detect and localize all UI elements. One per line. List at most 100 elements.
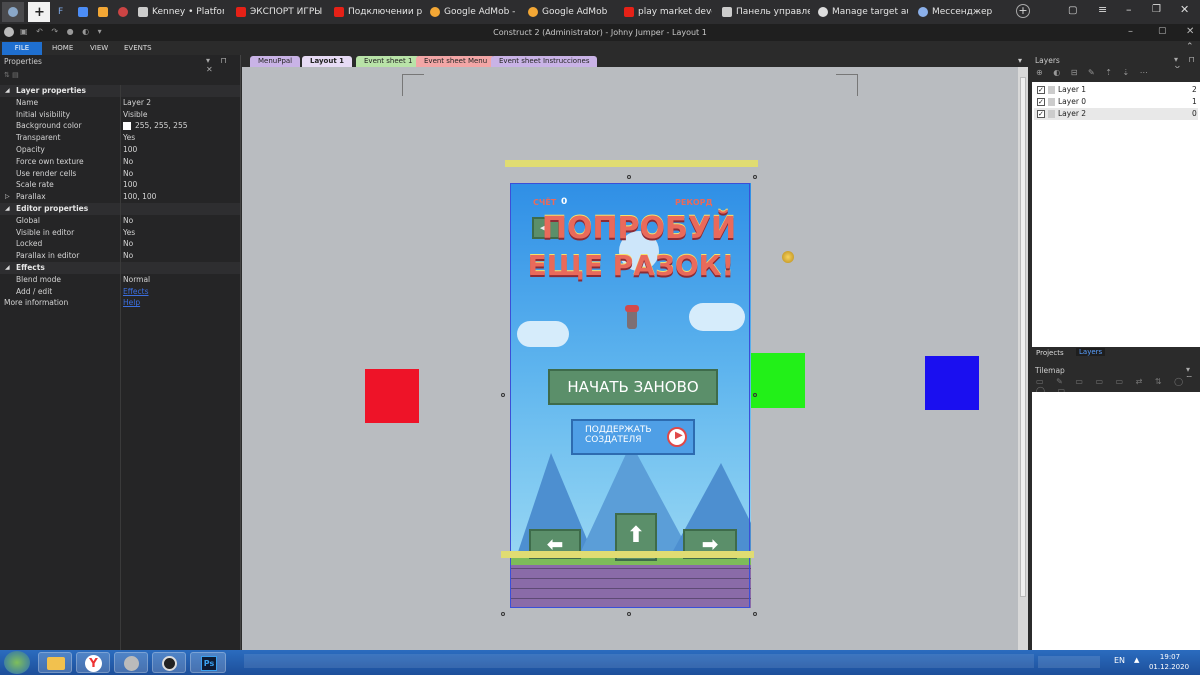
- tab-control-panel[interactable]: Панель управлени: [716, 2, 810, 22]
- start-button[interactable]: [4, 651, 30, 674]
- collapse-arrow-icon[interactable]: ◢: [5, 262, 10, 274]
- tab-layers[interactable]: Layers: [1076, 348, 1106, 356]
- tilemap-title: Tilemap: [1035, 366, 1065, 375]
- tabs-dropdown-icon[interactable]: ▾: [1018, 56, 1022, 65]
- tab-event-sheet-instrucciones[interactable]: Event sheet Instrucciones: [491, 56, 598, 67]
- messenger-icon: [918, 7, 928, 17]
- property-link[interactable]: Effects: [123, 286, 149, 298]
- selection-handle[interactable]: [627, 175, 631, 179]
- window-close-icon[interactable]: ✕: [1186, 26, 1194, 37]
- kenney-icon: [138, 7, 148, 17]
- tab-google-admob[interactable]: Google AdMob: [522, 2, 616, 22]
- construct-taskbar-icon[interactable]: [114, 652, 148, 673]
- tab-event-sheet-1[interactable]: Event sheet 1: [356, 56, 421, 67]
- new-tab-tab[interactable]: +: [28, 2, 50, 22]
- tray-toolbar[interactable]: [1038, 656, 1100, 668]
- restore-icon[interactable]: ❐: [1152, 4, 1161, 15]
- tilemap-canvas[interactable]: [1032, 392, 1200, 650]
- ribbon-collapse-icon[interactable]: ⌃: [1186, 42, 1194, 52]
- window-minimize-icon[interactable]: –: [1128, 26, 1133, 37]
- tilemap-toolbar[interactable]: ▭ ✎ ▭ ▭ ▭ ⇄ ⇅ ◯ ◯ ▭: [1032, 377, 1200, 395]
- tab-messenger[interactable]: Мессенджер: [912, 2, 1008, 22]
- collapse-arrow-icon[interactable]: ◢: [5, 203, 10, 215]
- tab-play-market[interactable]: play market develo: [618, 2, 712, 22]
- tray-expand-icon[interactable]: ▲: [1134, 656, 1139, 664]
- lock-icon[interactable]: [1048, 98, 1055, 106]
- color-swatch[interactable]: [123, 122, 131, 131]
- property-value: No: [123, 251, 134, 261]
- layer-row[interactable]: Layer 12: [1034, 84, 1198, 96]
- selection-handle[interactable]: [753, 175, 757, 179]
- layout-vertical-scrollbar[interactable]: [1018, 67, 1028, 650]
- visibility-checkbox[interactable]: [1037, 84, 1045, 96]
- tab-menuppal[interactable]: MenuPpal: [250, 56, 301, 67]
- youtube-icon: [334, 7, 344, 17]
- profile-tab[interactable]: [2, 2, 24, 22]
- selection-handle[interactable]: [753, 393, 757, 397]
- clock-time[interactable]: 19:07: [1150, 653, 1190, 661]
- lock-icon[interactable]: [1048, 110, 1055, 118]
- collapse-arrow-icon[interactable]: ◢: [5, 85, 10, 97]
- lock-icon[interactable]: [1048, 86, 1055, 94]
- top-platform-sprite[interactable]: [505, 160, 758, 167]
- property-name: Global: [16, 215, 40, 225]
- property-name: More information: [4, 298, 69, 308]
- ribbon-tab-view[interactable]: VIEW: [84, 42, 114, 55]
- red-square-sprite[interactable]: [365, 369, 419, 423]
- new-tab-button[interactable]: +: [1016, 4, 1030, 18]
- taskbar-empty-area: [244, 654, 1034, 668]
- property-link[interactable]: Help: [123, 297, 140, 309]
- language-indicator[interactable]: EN: [1114, 656, 1125, 665]
- obs-taskbar-icon[interactable]: [152, 652, 186, 673]
- ribbon-tab-file[interactable]: FILE: [2, 42, 42, 55]
- tab-bookmark[interactable]: [72, 2, 90, 22]
- tab-kenney[interactable]: Kenney • Platforme: [132, 2, 224, 22]
- tab-event-sheet-menu[interactable]: Event sheet Menu: [416, 56, 496, 67]
- tab-youtube-ads[interactable]: Подключении рек: [328, 2, 422, 22]
- tab-google-admob-s[interactable]: Google AdMob - s: [424, 2, 518, 22]
- selection-handle[interactable]: [501, 393, 505, 397]
- ribbon-tab-events[interactable]: EVENTS: [118, 42, 158, 55]
- ribbon-tab-home[interactable]: HOME: [46, 42, 79, 55]
- sort-icon[interactable]: ⇅ ▤: [4, 71, 19, 79]
- tab-f[interactable]: F: [52, 2, 70, 22]
- document-tabs: MenuPpal Layout 1 Event sheet 1 Event sh…: [242, 55, 1032, 67]
- window-maximize-icon[interactable]: ▢: [1158, 26, 1167, 36]
- green-square-sprite[interactable]: [750, 353, 805, 408]
- panel-controls-icon[interactable]: ▾ ⊓ ✕: [206, 56, 240, 74]
- tab-app[interactable]: [112, 2, 130, 22]
- layer-row[interactable]: Layer 01: [1034, 96, 1198, 108]
- bookmarks-icon[interactable]: ▢: [1068, 5, 1080, 17]
- play-icon: [722, 7, 732, 17]
- selection-handle[interactable]: [501, 612, 505, 616]
- tab-layout-1[interactable]: Layout 1: [302, 56, 352, 67]
- google-icon: [430, 7, 440, 17]
- expand-arrow-icon[interactable]: ▷: [5, 191, 10, 203]
- layers-toolbar[interactable]: ⊕ ◐ ⊟ ✎ ⇡ ⇣ ⋯: [1032, 68, 1200, 81]
- selection-handle[interactable]: [753, 612, 757, 616]
- property-value: 100, 100: [123, 192, 157, 202]
- photoshop-taskbar-icon[interactable]: Ps: [190, 652, 226, 673]
- close-icon[interactable]: ✕: [1180, 3, 1189, 16]
- ground-platform-sprite[interactable]: [501, 551, 754, 558]
- layer-row-selected[interactable]: Layer 20: [1034, 108, 1198, 120]
- tab-youtube-export[interactable]: ЭКСПОРТ ИГРЫ Н: [230, 2, 324, 22]
- scrollbar-thumb[interactable]: [1020, 77, 1026, 597]
- property-name: Effects: [16, 263, 45, 272]
- tab-projects[interactable]: Projects: [1036, 349, 1064, 357]
- menu-icon[interactable]: ≡: [1098, 3, 1107, 16]
- property-name: Force own texture: [16, 156, 84, 166]
- visibility-checkbox[interactable]: [1037, 96, 1045, 108]
- yandex-taskbar-icon[interactable]: Y: [76, 652, 110, 673]
- clock-date[interactable]: 01.12.2020: [1146, 663, 1192, 671]
- coin-sprite[interactable]: [782, 251, 794, 263]
- tab-image[interactable]: [92, 2, 110, 22]
- property-name: Parallax in editor: [16, 251, 80, 261]
- selection-handle[interactable]: [627, 612, 631, 616]
- tab-manage-target[interactable]: Manage target aud: [812, 2, 908, 22]
- explorer-taskbar-icon[interactable]: [38, 652, 72, 673]
- tilemap-header: Tilemap ▾ ⊓: [1032, 364, 1200, 383]
- blue-square-sprite[interactable]: [925, 356, 979, 410]
- minimize-icon[interactable]: –: [1126, 3, 1132, 16]
- visibility-checkbox[interactable]: [1037, 108, 1045, 120]
